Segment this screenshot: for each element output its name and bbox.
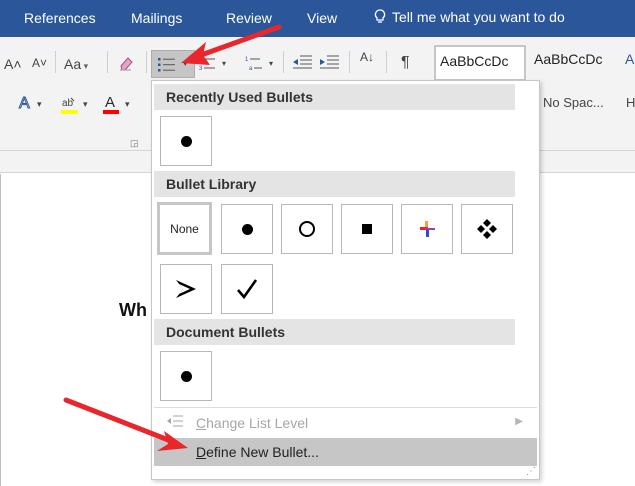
change-case-label: Aa (64, 56, 82, 72)
document-text: Wh (119, 300, 147, 320)
svg-text:1: 1 (199, 57, 203, 63)
style-name-heading: H (626, 95, 635, 110)
tab-view[interactable]: View (307, 10, 337, 26)
numbered-list-icon: 1 3 ▾ (199, 57, 226, 72)
submenu-arrow-icon: ▶ (515, 416, 523, 427)
separator (349, 51, 350, 73)
define-new-bullet-item[interactable]: Define New Bullet... (154, 438, 537, 466)
tab-references[interactable]: References (24, 10, 96, 26)
bullet-square[interactable] (341, 204, 393, 254)
lightbulb-icon (374, 9, 386, 23)
bullet-list-icon (158, 58, 175, 72)
chevron-down-icon[interactable]: ▾ (125, 99, 130, 110)
tell-me-search[interactable]: Tell me what you want to do (374, 9, 565, 25)
chevron-down-icon[interactable]: ▾ (83, 99, 88, 110)
style-heading[interactable]: A (621, 45, 635, 81)
font-color-button[interactable]: A (102, 93, 120, 118)
recent-bullet-dot[interactable] (160, 116, 212, 166)
separator (386, 51, 387, 73)
bullet-none[interactable]: None (157, 202, 212, 255)
svg-text:▾: ▾ (222, 59, 226, 68)
hollow-circle-bullet-icon (299, 221, 315, 237)
document-bullet-dot[interactable] (160, 351, 212, 401)
filled-circle-bullet-icon (180, 135, 192, 147)
multilevel-list-button[interactable]: 1 a ▾ (244, 54, 280, 75)
bullets-dropdown: Recently Used Bullets Bullet Library Non… (151, 80, 540, 480)
style-normal[interactable]: AaBbCcDc (434, 45, 526, 81)
font-color-icon: A (103, 94, 119, 114)
square-bullet-icon (362, 224, 372, 234)
svg-text:▾: ▾ (269, 59, 273, 68)
resize-grip-icon[interactable]: ⋰ (526, 466, 536, 477)
change-list-level-item[interactable]: Change List Level ▶ (154, 409, 537, 436)
sort-button[interactable]: A↓ (360, 51, 374, 63)
change-case-button[interactable]: Aa ▾ (64, 56, 88, 72)
filled-circle-bullet-icon (241, 223, 253, 235)
separator (146, 51, 147, 73)
show-hide-marks-button[interactable]: ¶ (401, 54, 410, 72)
svg-text:ab: ab (62, 98, 74, 109)
arrowhead-bullet-icon (176, 280, 196, 298)
dialog-launcher-icon[interactable]: ◲ (130, 138, 139, 149)
bullet-four-diamonds[interactable] (461, 204, 513, 254)
highlight-color-button[interactable]: ab (60, 95, 80, 118)
decrease-indent-button[interactable] (291, 54, 313, 73)
grow-font-button[interactable]: A˄ (4, 56, 22, 72)
define-new-bullet-label: efine New Bullet... (206, 444, 319, 460)
bullets-button[interactable]: ▾ (151, 50, 195, 78)
menu-separator (154, 407, 537, 408)
svg-text:3: 3 (199, 66, 203, 72)
separator (55, 51, 56, 73)
bullet-none-label: None (170, 221, 199, 236)
change-level-accel: C (196, 415, 207, 431)
style-preview: AaBbCcDc (534, 51, 603, 67)
svg-text:1: 1 (245, 57, 249, 63)
clear-formatting-button[interactable] (117, 54, 135, 75)
bullet-arrowhead[interactable] (160, 264, 212, 314)
bullet-library-header: Bullet Library (154, 171, 515, 197)
numbering-button[interactable]: 1 3 ▾ (198, 54, 232, 75)
style-preview: AaBbCcDc (440, 53, 509, 69)
bullet-filled-circle[interactable] (221, 204, 273, 254)
recent-bullets-header: Recently Used Bullets (154, 84, 515, 110)
filled-circle-bullet-icon (180, 370, 192, 382)
change-level-icon (167, 415, 183, 427)
checkmark-bullet-icon (237, 279, 258, 300)
document-bullets-header: Document Bullets (154, 319, 515, 345)
shrink-font-button[interactable]: A˅ (32, 56, 47, 70)
four-diamonds-bullet-icon (477, 219, 497, 239)
eraser-icon (120, 57, 133, 71)
multilevel-list-icon: 1a ▾ (245, 57, 273, 72)
highlighter-icon: ab (61, 97, 78, 114)
style-name-no-spacing: No Spac... (543, 95, 604, 110)
decrease-indent-icon (293, 55, 312, 69)
tab-review[interactable]: Review (226, 10, 272, 26)
chevron-down-icon[interactable]: ▾ (183, 58, 188, 69)
svg-text:a: a (249, 66, 253, 72)
separator (107, 51, 108, 73)
style-no-spacing[interactable]: AaBbCcDc (530, 45, 620, 81)
increase-indent-button[interactable] (318, 54, 340, 73)
define-accel: D (196, 444, 207, 460)
tell-me-text: Tell me what you want to do (392, 9, 565, 25)
chevron-down-icon[interactable]: ▾ (37, 99, 42, 110)
bullet-checkmark[interactable] (221, 264, 273, 314)
ribbon-tab-bar: References Mailings Review View Tell me … (0, 0, 635, 37)
svg-text:A: A (105, 94, 115, 111)
style-preview: A (625, 51, 635, 67)
color-cross-bullet-icon (420, 221, 435, 237)
text-effects-button[interactable]: A (19, 95, 31, 113)
bullet-hollow-circle[interactable] (281, 204, 333, 254)
increase-indent-icon (320, 55, 339, 69)
separator (283, 51, 284, 73)
tab-mailings[interactable]: Mailings (131, 10, 182, 26)
bullet-color-cross[interactable] (401, 204, 453, 254)
change-level-label: hange List Level (206, 415, 309, 431)
